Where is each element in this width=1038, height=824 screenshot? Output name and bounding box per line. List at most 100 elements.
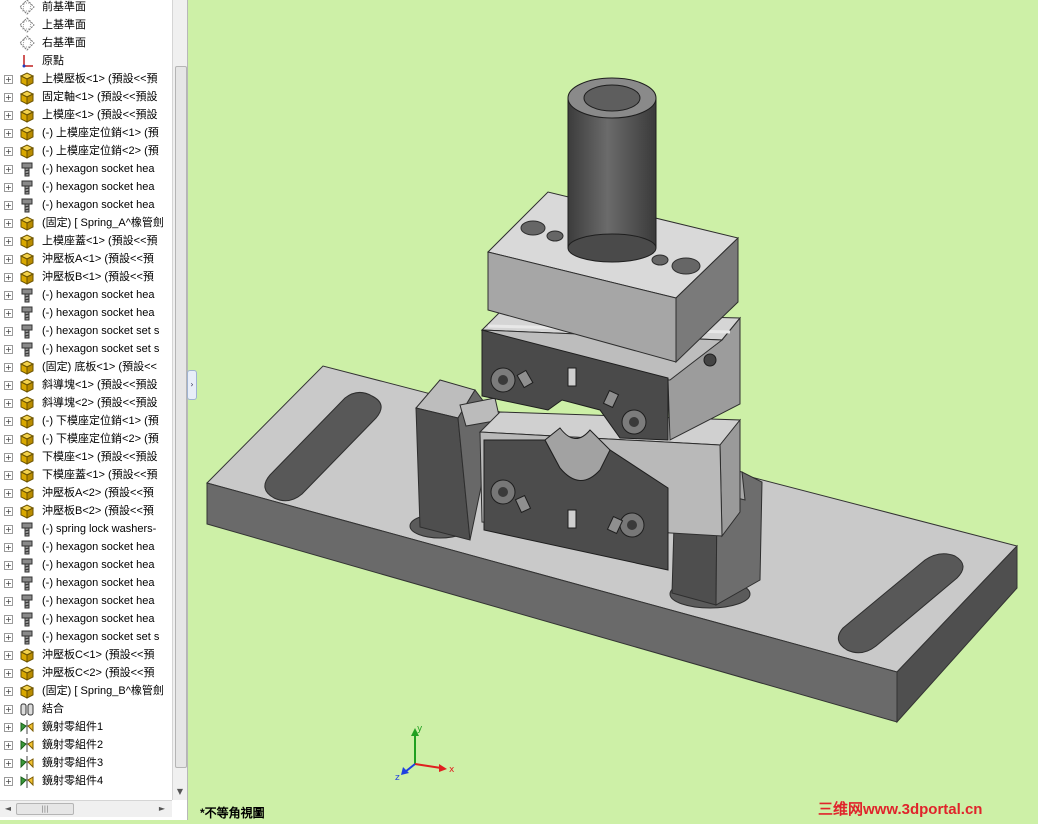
tree-item[interactable]: + (-) 下模座定位銷<1> (預: [0, 412, 172, 430]
tree-item[interactable]: 上基準面: [0, 16, 172, 34]
horizontal-scrollbar[interactable]: ◄ ||| ►: [0, 800, 172, 817]
expand-plus-icon[interactable]: +: [4, 417, 13, 426]
tree-item[interactable]: + (-) 上模座定位銷<2> (預: [0, 142, 172, 160]
expand-plus-icon[interactable]: +: [4, 183, 13, 192]
expand-plus-icon[interactable]: +: [4, 723, 13, 732]
expand-plus-icon[interactable]: +: [4, 651, 13, 660]
expand-plus-icon[interactable]: +: [4, 237, 13, 246]
expand-plus-icon[interactable]: +: [4, 507, 13, 516]
tree-item[interactable]: + (-) 下模座定位銷<2> (預: [0, 430, 172, 448]
expand-plus-icon[interactable]: +: [4, 129, 13, 138]
tree-item[interactable]: + 結合: [0, 700, 172, 718]
tree-item[interactable]: + 上模壓板<1> (預設<<預: [0, 70, 172, 88]
tree-item[interactable]: + 鏡射零組件2: [0, 736, 172, 754]
assembly-model-view[interactable]: [188, 0, 1038, 820]
tree-item[interactable]: + 鏡射零組件1: [0, 718, 172, 736]
tree-item[interactable]: + 下模座<1> (預設<<預設: [0, 448, 172, 466]
tree-item-label: 沖壓板A<2> (預設<<預: [42, 487, 154, 499]
expand-plus-icon[interactable]: +: [4, 543, 13, 552]
tree-item[interactable]: 前基準面: [0, 0, 172, 16]
fixed-shaft[interactable]: [567, 77, 657, 263]
tree-item[interactable]: + (-) hexagon socket hea: [0, 556, 172, 574]
expand-plus-icon[interactable]: +: [4, 615, 13, 624]
expand-plus-icon[interactable]: +: [4, 93, 13, 102]
tree-item[interactable]: + (-) hexagon socket hea: [0, 538, 172, 556]
expand-plus-icon[interactable]: +: [4, 147, 13, 156]
expand-plus-icon[interactable]: +: [4, 579, 13, 588]
tree-item[interactable]: + (固定) 底板<1> (預設<<: [0, 358, 172, 376]
expand-plus-icon[interactable]: +: [4, 705, 13, 714]
scroll-right-icon[interactable]: ►: [156, 803, 168, 815]
scroll-down-icon[interactable]: ▼: [175, 786, 185, 798]
tree-item[interactable]: 右基準面: [0, 34, 172, 52]
expand-plus-icon[interactable]: +: [4, 669, 13, 678]
expand-plus-icon[interactable]: +: [4, 165, 13, 174]
tree-item[interactable]: + 下模座蓋<1> (預設<<預: [0, 466, 172, 484]
expand-plus-icon[interactable]: +: [4, 489, 13, 498]
vertical-scroll-thumb[interactable]: [175, 66, 187, 768]
tree-item[interactable]: + 沖壓板B<1> (預設<<預: [0, 268, 172, 286]
tree-item[interactable]: + (固定) [ Spring_A^橡管劍: [0, 214, 172, 232]
tree-item[interactable]: + 沖壓板C<1> (預設<<預: [0, 646, 172, 664]
expand-plus-icon[interactable]: +: [4, 633, 13, 642]
expand-plus-icon[interactable]: +: [4, 273, 13, 282]
tree-item[interactable]: + 鏡射零組件3: [0, 754, 172, 772]
expand-plus-icon[interactable]: +: [4, 435, 13, 444]
tree-item[interactable]: + (-) hexagon socket hea: [0, 160, 172, 178]
tree-item[interactable]: + (-) hexagon socket set s: [0, 322, 172, 340]
expand-plus-icon[interactable]: +: [4, 75, 13, 84]
tree-item[interactable]: + 上模座蓋<1> (預設<<預: [0, 232, 172, 250]
tree-item[interactable]: + (-) spring lock washers-: [0, 520, 172, 538]
tree-item[interactable]: + (-) hexagon socket hea: [0, 196, 172, 214]
tree-item[interactable]: 原點: [0, 52, 172, 70]
horizontal-scroll-thumb[interactable]: |||: [16, 803, 74, 815]
tree-item[interactable]: + (固定) [ Spring_B^橡管劍: [0, 682, 172, 700]
expand-plus-icon[interactable]: +: [4, 111, 13, 120]
tree-item[interactable]: + (-) hexagon socket set s: [0, 628, 172, 646]
tree-item-label: 上模壓板<1> (預設<<預: [42, 73, 158, 85]
feature-manager-tree[interactable]: 前基準面 上基準面 右基準面 原點 + 上模壓板<1> (預設<<預 + 固定軸<1> (預設…: [0, 0, 188, 820]
expand-plus-icon[interactable]: +: [4, 687, 13, 696]
tree-item-label: 結合: [42, 703, 64, 715]
expand-plus-icon[interactable]: +: [4, 471, 13, 480]
expand-plus-icon[interactable]: +: [4, 327, 13, 336]
screw-icon: [19, 197, 35, 213]
expand-plus-icon[interactable]: +: [4, 219, 13, 228]
expand-plus-icon[interactable]: +: [4, 399, 13, 408]
expand-plus-icon[interactable]: +: [4, 741, 13, 750]
vertical-scrollbar[interactable]: ▼: [172, 0, 187, 800]
expand-plus-icon[interactable]: +: [4, 363, 13, 372]
graphics-viewport[interactable]: y x z: [188, 0, 1038, 820]
expand-plus-icon[interactable]: +: [4, 255, 13, 264]
tree-item[interactable]: + 斜導塊<2> (預設<<預設: [0, 394, 172, 412]
tree-item[interactable]: + (-) hexagon socket hea: [0, 286, 172, 304]
tree-item[interactable]: + 鏡射零組件4: [0, 772, 172, 790]
tree-item[interactable]: + (-) hexagon socket hea: [0, 178, 172, 196]
expand-plus-icon[interactable]: +: [4, 201, 13, 210]
tree-item[interactable]: + 斜導塊<1> (預設<<預設: [0, 376, 172, 394]
tree-item[interactable]: + (-) hexagon socket set s: [0, 340, 172, 358]
scroll-left-icon[interactable]: ◄: [2, 803, 14, 815]
tree-item[interactable]: + (-) hexagon socket hea: [0, 574, 172, 592]
tree-item[interactable]: + (-) hexagon socket hea: [0, 304, 172, 322]
tree-item[interactable]: + 沖壓板C<2> (預設<<預: [0, 664, 172, 682]
expand-plus-icon[interactable]: +: [4, 777, 13, 786]
tree-item[interactable]: + 沖壓板A<2> (預設<<預: [0, 484, 172, 502]
tree-item[interactable]: + (-) hexagon socket hea: [0, 592, 172, 610]
expand-plus-icon[interactable]: +: [4, 759, 13, 768]
tree-item[interactable]: + (-) hexagon socket hea: [0, 610, 172, 628]
tree-item[interactable]: + 沖壓板B<2> (預設<<預: [0, 502, 172, 520]
tree-item[interactable]: + 沖壓板A<1> (預設<<預: [0, 250, 172, 268]
expand-plus-icon[interactable]: +: [4, 381, 13, 390]
expand-plus-icon[interactable]: +: [4, 525, 13, 534]
feature-tree-list[interactable]: 前基準面 上基準面 右基準面 原點 + 上模壓板<1> (預設<<預 + 固定軸<1> (預設…: [0, 0, 172, 798]
expand-plus-icon[interactable]: +: [4, 561, 13, 570]
tree-item[interactable]: + 固定軸<1> (預設<<預設: [0, 88, 172, 106]
expand-plus-icon[interactable]: +: [4, 309, 13, 318]
expand-plus-icon[interactable]: +: [4, 453, 13, 462]
expand-plus-icon[interactable]: +: [4, 291, 13, 300]
tree-item[interactable]: + 上模座<1> (預設<<預設: [0, 106, 172, 124]
tree-item[interactable]: + (-) 上模座定位銷<1> (預: [0, 124, 172, 142]
expand-plus-icon[interactable]: +: [4, 597, 13, 606]
expand-plus-icon[interactable]: +: [4, 345, 13, 354]
